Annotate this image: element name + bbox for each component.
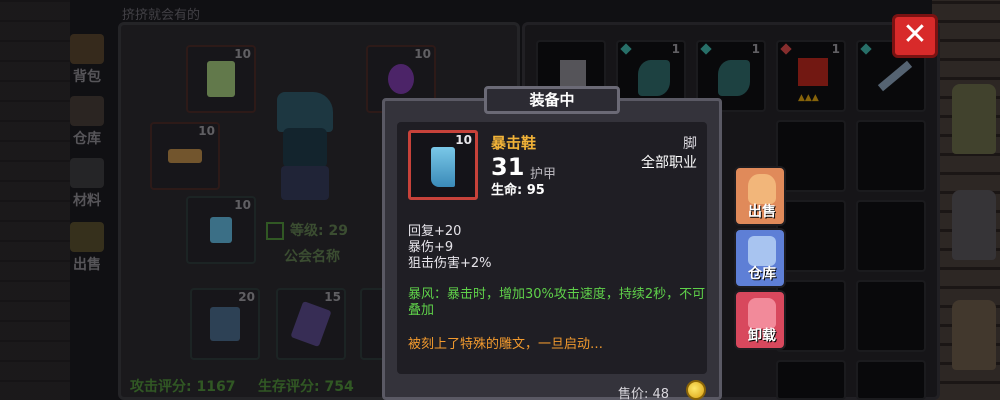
boots-icon [431,147,455,187]
item-slot-type: 脚 [683,136,697,152]
engraving-text: 被刻上了特殊的雕文，一旦启动… [408,337,604,352]
tooltip-header: 装备中 [484,86,620,114]
item-count: 10 [455,133,472,147]
close-button[interactable]: ✕ [892,14,938,58]
hp-stat: 生命: 95 [491,183,545,198]
stat-line: 回复+20 [408,224,462,239]
warehouse-button[interactable]: 仓库 [734,228,786,288]
stat-line: 狙击伤害+2% [408,256,492,271]
sell-button[interactable]: 出售 [734,166,786,226]
shirt-icon [748,298,776,328]
unequip-button[interactable]: 卸载 [734,290,786,350]
bonus-stats: 回复+20 暴伤+9 狙击伤害+2% [408,224,492,272]
unequip-button-label: 卸载 [748,328,776,344]
warehouse-button-label: 仓库 [748,266,776,282]
set-effect: 暴风：暴击时，增加30%攻击速度，持续2秒，不可叠加 [408,287,706,318]
pouch-icon [748,174,776,204]
armor-value: 31 [491,153,525,181]
tooltip-item-slot: 10 [408,130,478,200]
class-restriction: 全部职业 [641,155,697,171]
sell-button-label: 出售 [748,204,776,220]
sell-price: 售价: 48 [618,387,670,400]
coin-icon [686,380,706,400]
stat-line: 暴伤+9 [408,240,454,255]
item-name: 暴击鞋 [491,134,537,152]
warehouse-icon [748,236,776,266]
